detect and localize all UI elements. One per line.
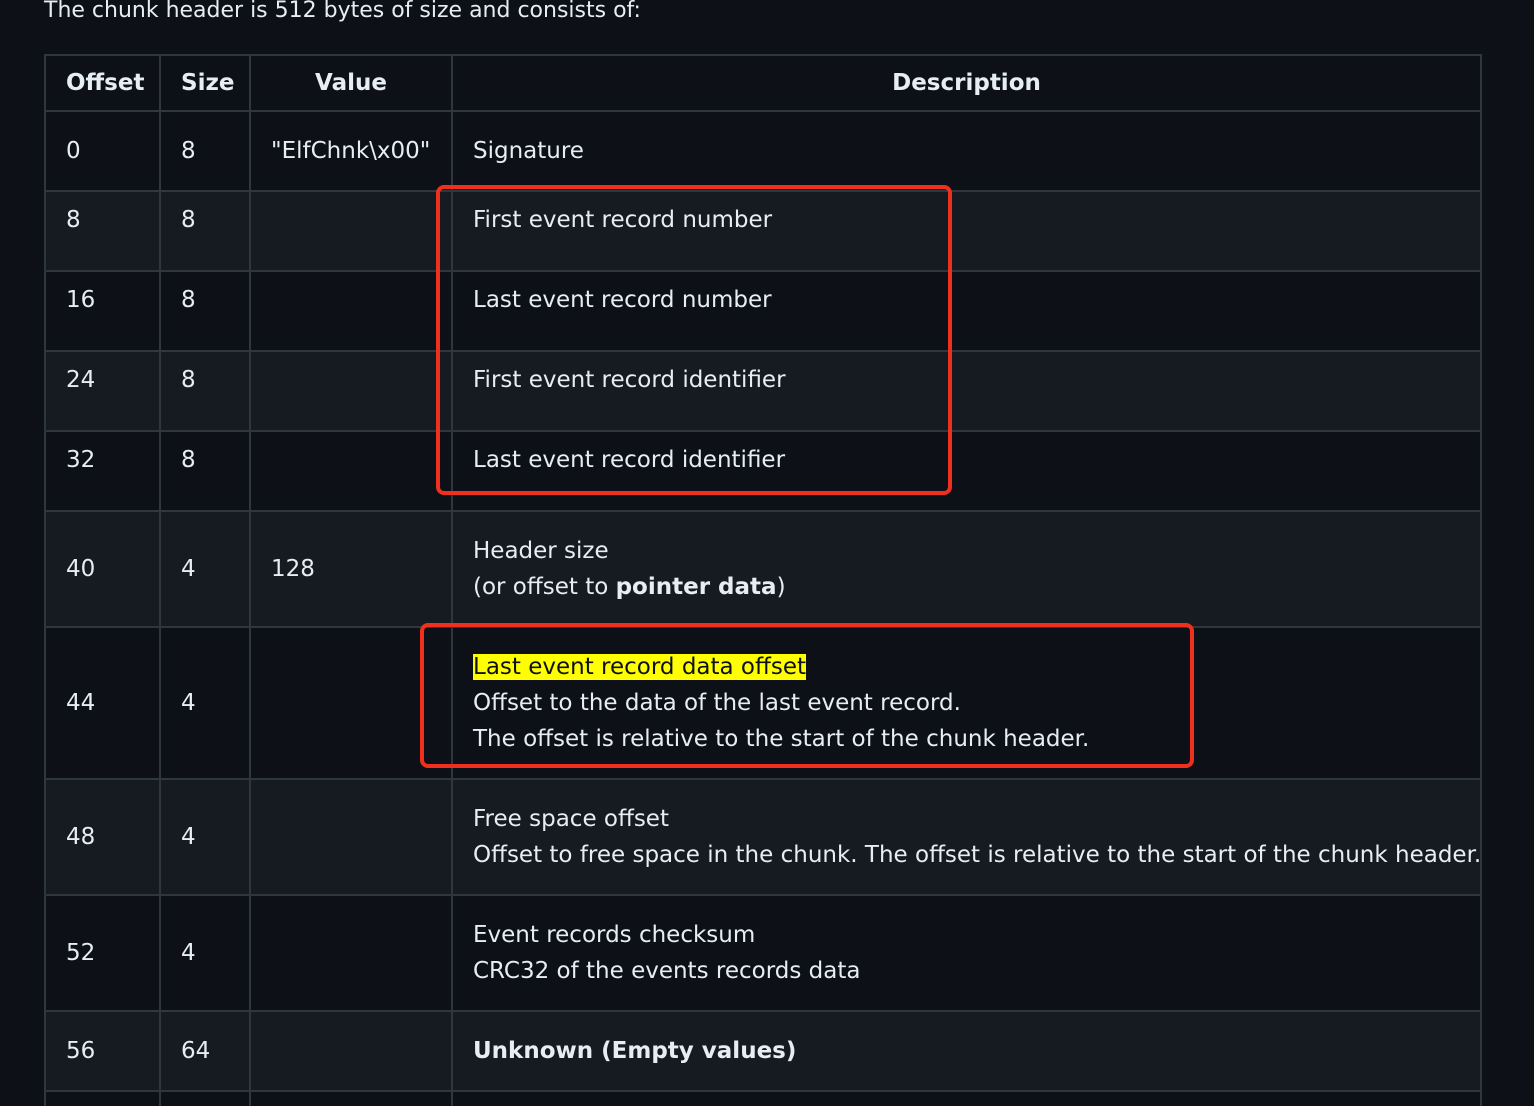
cell-value [249, 190, 453, 272]
cell-value: 128 [249, 510, 453, 628]
cell-value [249, 350, 453, 432]
header-size: Size [159, 54, 251, 112]
cell-offset: 0 [44, 110, 161, 192]
cell-description: Signature [451, 110, 1482, 192]
cell-description: First event record identifier [451, 350, 1482, 432]
cell-value [249, 626, 453, 780]
table-row: 24 8 First event record identifier [44, 350, 1482, 432]
cell-size: 4 [159, 894, 251, 1012]
cell-offset: 48 [44, 778, 161, 896]
cell-description: Event records checksum CRC32 of the even… [451, 894, 1482, 1012]
highlighted-text: Last event record data offset [473, 654, 807, 680]
cell-description: Header size (or offset to pointer data) [451, 510, 1482, 628]
cell-offset: 24 [44, 350, 161, 432]
desc-title: Header size [473, 538, 609, 564]
cell-value [249, 778, 453, 896]
header-offset: Offset [44, 54, 161, 112]
pointer-data-term: pointer data [615, 574, 777, 600]
cell-offset: 52 [44, 894, 161, 1012]
cell-size: 8 [159, 110, 251, 192]
cell-value: "ElfChnk\x00" [249, 110, 453, 192]
desc-title: Event records checksum [473, 922, 756, 948]
table-row: 48 4 Free space offset Offset to free sp… [44, 778, 1482, 896]
desc-detail: Offset to the data of the last event rec… [473, 690, 961, 716]
chunk-header-table: Offset Size Value Description 0 8 "ElfCh… [44, 54, 1482, 1106]
cell-description: Last event record number [451, 270, 1482, 352]
table-row: 56 64 Unknown (Empty values) [44, 1010, 1482, 1092]
table-row [44, 1090, 1482, 1106]
cell-size: 4 [159, 626, 251, 780]
cell-value [249, 894, 453, 1012]
desc-title: Last event record data offset [473, 649, 1460, 685]
cell-offset: 32 [44, 430, 161, 512]
cell-description: Last event record identifier [451, 430, 1482, 512]
table-row: 0 8 "ElfChnk\x00" Signature [44, 110, 1482, 192]
cell-size: 8 [159, 350, 251, 432]
cell-size: 8 [159, 190, 251, 272]
header-description: Description [451, 54, 1482, 112]
cell-offset: 16 [44, 270, 161, 352]
cell-offset: 40 [44, 510, 161, 628]
cell-offset: 56 [44, 1010, 161, 1092]
intro-text: The chunk header is 512 bytes of size an… [44, 0, 641, 23]
table-row: 8 8 First event record number [44, 190, 1482, 272]
cell-offset: 8 [44, 190, 161, 272]
cell-description: Last event record data offset Offset to … [451, 626, 1482, 780]
desc-detail: Offset to free space in the chunk. The o… [473, 842, 1482, 868]
table-row: 52 4 Event records checksum CRC32 of the… [44, 894, 1482, 1012]
desc-detail: The offset is relative to the start of t… [473, 726, 1090, 752]
table-row: 16 8 Last event record number [44, 270, 1482, 352]
cell-offset: 44 [44, 626, 161, 780]
cell-value [249, 1010, 453, 1092]
cell-size: 4 [159, 778, 251, 896]
table-row: 32 8 Last event record identifier [44, 430, 1482, 512]
table-row: 40 4 128 Header size (or offset to point… [44, 510, 1482, 628]
cell-description: Unknown (Empty values) [451, 1010, 1482, 1092]
cell-description: First event record number [451, 190, 1482, 272]
desc-detail: (or offset to pointer data) [473, 574, 786, 600]
cell-size: 8 [159, 430, 251, 512]
table-header-row: Offset Size Value Description [44, 54, 1482, 112]
desc-detail: CRC32 of the events records data [473, 958, 861, 984]
cell-description: Free space offset Offset to free space i… [451, 778, 1482, 896]
cell-size: 8 [159, 270, 251, 352]
cell-value [249, 270, 453, 352]
desc-title: Free space offset [473, 806, 669, 832]
cell-size: 64 [159, 1010, 251, 1092]
header-value: Value [249, 54, 453, 112]
cell-value [249, 430, 453, 512]
table-row: 44 4 Last event record data offset Offse… [44, 626, 1482, 780]
cell-size: 4 [159, 510, 251, 628]
